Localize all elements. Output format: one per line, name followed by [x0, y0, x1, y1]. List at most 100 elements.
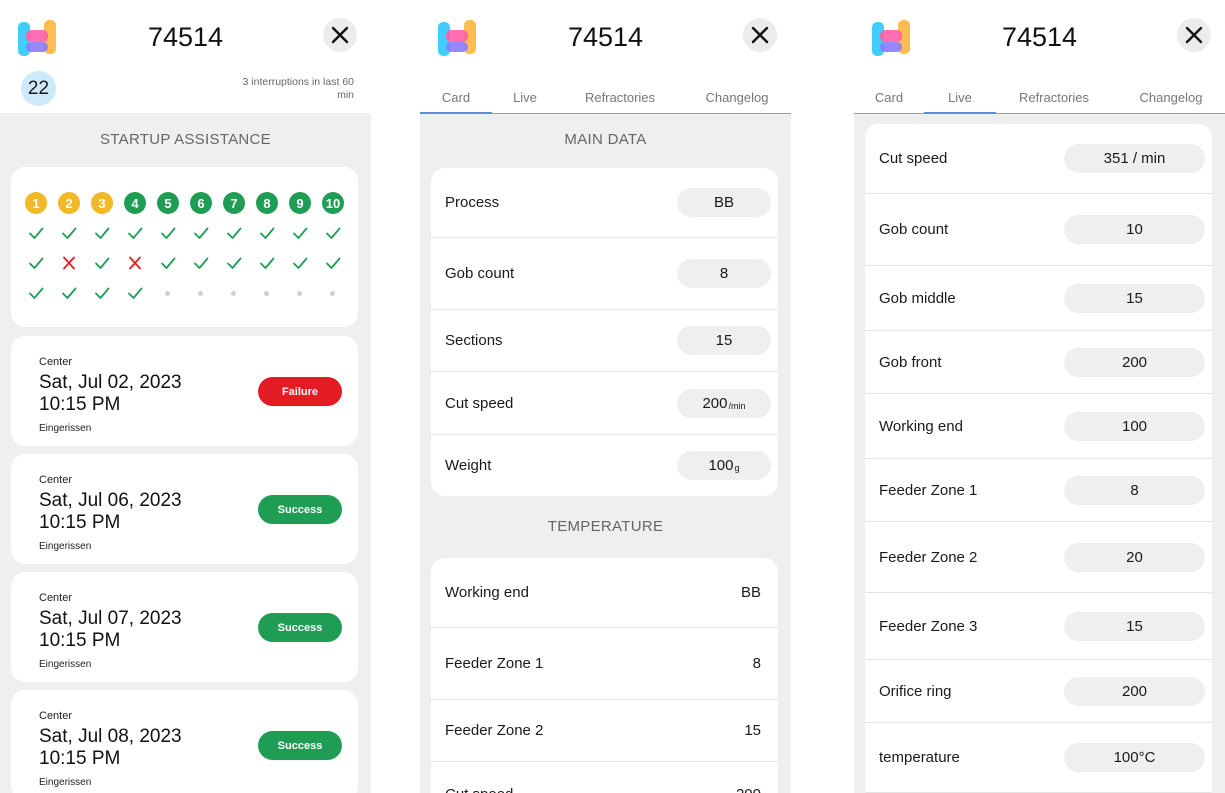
- row-label: Feeder Zone 1: [445, 655, 544, 672]
- pending-dot: [165, 291, 170, 296]
- pending-dot: [330, 291, 335, 296]
- row-value: BB: [740, 584, 761, 601]
- count-badge: 22: [21, 71, 56, 106]
- row-label: Cut speed: [445, 394, 514, 412]
- check-icon: [322, 255, 344, 271]
- row-value: 200: [1064, 676, 1205, 706]
- live-data-card: Cut speed 351 / min Gob count 10 Gob middle 1…: [865, 124, 1212, 793]
- temperature-card: Working end BB Feeder Zone 1 8 Feeder Zone 2…: [431, 558, 778, 793]
- row-label: Cut speed: [879, 150, 948, 167]
- check-icon: [58, 285, 80, 301]
- tab-card[interactable]: Card: [420, 90, 492, 114]
- status-badge: Success: [258, 731, 342, 760]
- live-panel: 74514 Card Live Refractories Changelog C…: [854, 0, 1225, 793]
- row-label: temperature: [879, 749, 960, 766]
- data-row: Process BB: [431, 168, 778, 238]
- row-label: Gob count: [445, 265, 515, 282]
- section-title-startup: STARTUP ASSISTANCE: [99, 131, 271, 148]
- panel-header: 74514 Card Live Refractories Changelog: [420, 0, 791, 114]
- step-number-6: 6: [190, 192, 212, 214]
- row-value: 20: [1064, 542, 1205, 572]
- row-value: 15: [1064, 611, 1205, 641]
- row-label: Feeder Zone 2: [445, 722, 544, 739]
- section-title-main-data: MAIN DATA: [564, 131, 647, 148]
- machine-title: 74514: [147, 22, 224, 52]
- data-row: Cut speed 351 / min: [865, 124, 1212, 194]
- row-value: 8: [752, 655, 761, 672]
- event-card[interactable]: Center Sat, Jul 07, 2023 10:15 PM Eingeriss…: [11, 572, 358, 682]
- check-icon: [124, 225, 146, 241]
- event-date: Sat, Jul 02, 2023: [39, 372, 182, 393]
- data-row: Working end 100: [865, 394, 1212, 459]
- close-button[interactable]: [1177, 18, 1211, 52]
- event-time: 10:15 PM: [39, 512, 121, 533]
- event-note: Eingerissen: [39, 659, 92, 670]
- row-label: Gob count: [879, 221, 949, 238]
- step-number-4: 4: [124, 192, 146, 214]
- row-label: Sections: [445, 332, 503, 349]
- section-title-temperature: TEMPERATURE: [547, 518, 664, 535]
- data-row: Cut speed 200/min: [431, 372, 778, 435]
- row-value: 200: [677, 780, 771, 793]
- check-icon: [223, 225, 245, 241]
- row-value: 10: [1064, 215, 1205, 244]
- machine-title: 74514: [1001, 22, 1078, 52]
- machine-title: 74514: [567, 22, 644, 52]
- check-icon: [91, 255, 113, 271]
- data-row: Feeder Zone 2 15: [431, 700, 778, 762]
- event-time: 10:15 PM: [39, 630, 121, 651]
- check-icon: [91, 225, 113, 241]
- row-label: Process: [445, 194, 500, 211]
- event-datetime: Sat, Jul 08, 2023 10:15 PM: [39, 726, 182, 770]
- data-row: Gob middle 15: [865, 266, 1212, 331]
- event-card[interactable]: Center Sat, Jul 08, 2023 10:15 PM Eingeriss…: [11, 690, 358, 793]
- tab-live[interactable]: Live: [924, 90, 996, 114]
- panel-header: 74514 Card Live Refractories Changelog: [854, 0, 1225, 114]
- event-card[interactable]: Center Sat, Jul 02, 2023 10:15 PM Eingeriss…: [11, 336, 358, 446]
- event-date: Sat, Jul 08, 2023: [39, 726, 182, 747]
- close-button[interactable]: [323, 18, 357, 52]
- row-value: 15: [1064, 283, 1205, 313]
- step-number-9: 9: [289, 192, 311, 214]
- tab-card[interactable]: Card: [854, 90, 924, 114]
- check-icon: [322, 225, 344, 241]
- cross-icon: [124, 255, 146, 271]
- event-location: Center: [39, 710, 73, 722]
- data-row: Gob front 200: [865, 331, 1212, 394]
- row-label: Working end: [879, 417, 963, 435]
- step-number-7: 7: [223, 192, 245, 214]
- check-icon: [289, 225, 311, 241]
- tab-live[interactable]: Live: [492, 90, 558, 114]
- event-datetime: Sat, Jul 07, 2023 10:15 PM: [39, 608, 182, 652]
- row-label: Feeder Zone 1: [879, 481, 978, 499]
- data-row: Feeder Zone 1 8: [431, 628, 778, 700]
- row-label: Feeder Zone 2: [879, 548, 978, 566]
- close-button[interactable]: [743, 18, 777, 52]
- unit-label: /min: [728, 401, 746, 411]
- row-value: 15: [677, 326, 771, 355]
- row-label: Feeder Zone 3: [879, 617, 978, 635]
- row-value: 15: [744, 722, 761, 739]
- tab-refractories[interactable]: Refractories: [570, 90, 670, 114]
- close-icon: [1185, 26, 1203, 44]
- close-icon: [751, 26, 769, 44]
- tab-bar: Card Live Refractories Changelog: [420, 86, 791, 114]
- row-label: Gob middle: [879, 289, 956, 307]
- check-icon: [256, 255, 278, 271]
- event-card[interactable]: Center Sat, Jul 06, 2023 10:15 PM Eingeriss…: [11, 454, 358, 564]
- step-number-2: 2: [58, 192, 80, 214]
- data-row: temperature 100°C: [865, 723, 1212, 793]
- interruptions-text: 3 interruptions in last 60 min: [242, 76, 354, 101]
- status-badge: Failure: [258, 377, 342, 406]
- tab-changelog[interactable]: Changelog: [1122, 90, 1220, 114]
- check-icon: [58, 225, 80, 241]
- tab-changelog[interactable]: Changelog: [688, 90, 786, 114]
- card-panel: 74514 Card Live Refractories Changelog M…: [420, 0, 791, 793]
- event-time: 10:15 PM: [39, 394, 121, 415]
- close-icon: [331, 26, 349, 44]
- data-row: Weight 100 g: [431, 435, 778, 496]
- tab-refractories[interactable]: Refractories: [1004, 90, 1104, 114]
- data-row: Working end BB: [431, 558, 778, 628]
- row-value: 8: [677, 259, 771, 288]
- pending-dot: [231, 291, 236, 296]
